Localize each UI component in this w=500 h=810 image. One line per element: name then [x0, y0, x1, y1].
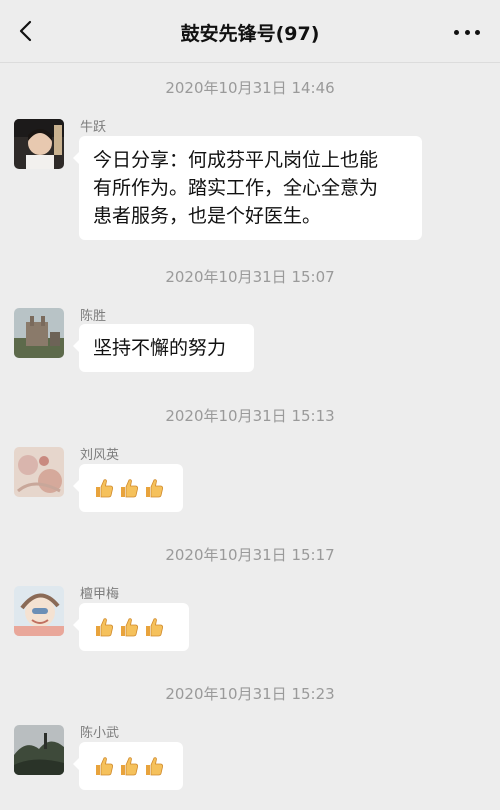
message-bubble[interactable]: 坚持不懈的努力	[73, 324, 254, 372]
chat-title: 鼓安先锋号(97)	[180, 23, 320, 45]
message-bubble[interactable]: 今日分享：何成芬平凡岗位上也能 有所作为。踏实工作，全心全意为 患者服务，也是个…	[73, 136, 422, 240]
avatar[interactable]	[14, 586, 64, 636]
thumbs-up-icon	[121, 618, 138, 637]
sender-name: 陈胜	[80, 309, 107, 324]
thumbs-up-icon	[146, 618, 163, 637]
thumbs-up-icon	[146, 479, 163, 498]
message-line: 患者服务，也是个好医生。	[93, 205, 322, 227]
emoji-row	[93, 474, 169, 502]
sender-name: 陈小武	[80, 726, 120, 741]
sender-name: 牛跃	[80, 120, 107, 135]
timestamp: 2020年10月31日 15:07	[165, 268, 335, 286]
avatar[interactable]	[14, 725, 64, 775]
message-bubble[interactable]	[73, 464, 183, 512]
sender-name: 檀甲梅	[80, 587, 120, 602]
timestamp: 2020年10月31日 14:46	[165, 79, 335, 97]
avatar[interactable]	[14, 308, 64, 358]
avatar[interactable]	[14, 119, 64, 169]
timestamp: 2020年10月31日 15:23	[165, 685, 335, 703]
timestamp: 2020年10月31日 15:13	[165, 407, 335, 425]
message-line: 今日分享：何成芬平凡岗位上也能	[93, 149, 379, 171]
avatar[interactable]	[14, 447, 64, 497]
timestamp: 2020年10月31日 15:17	[165, 546, 335, 564]
thumbs-up-icon	[96, 618, 113, 637]
more-icon[interactable]	[454, 22, 480, 42]
thumbs-up-icon	[121, 479, 138, 498]
thumbs-up-icon	[96, 757, 113, 776]
thumbs-up-icon	[121, 757, 138, 776]
message-line: 有所作为。踏实工作，全心全意为	[93, 177, 379, 199]
message-bubble[interactable]	[73, 742, 183, 790]
chat-header: 鼓安先锋号(97)	[0, 0, 500, 63]
emoji-row	[93, 613, 175, 641]
emoji-row	[93, 752, 169, 780]
thumbs-up-icon	[96, 479, 113, 498]
message-text: 坚持不懈的努力	[93, 337, 227, 359]
sender-name: 刘风英	[80, 448, 120, 463]
message-bubble[interactable]	[73, 603, 189, 651]
thumbs-up-icon	[146, 757, 163, 776]
